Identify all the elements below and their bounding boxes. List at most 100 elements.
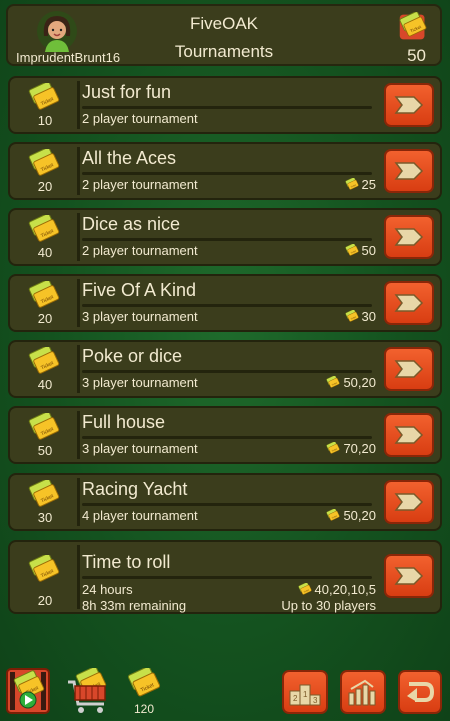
prize-value: 50 — [361, 243, 376, 258]
svg-text:3: 3 — [313, 696, 318, 705]
tickets-button[interactable] — [126, 665, 162, 704]
divider — [82, 238, 372, 241]
tournament-description: 3 player tournament — [82, 375, 198, 390]
prize-ticket-icon — [344, 177, 359, 190]
join-tournament-button[interactable] — [384, 149, 434, 193]
join-tournament-button[interactable] — [384, 215, 434, 259]
back-button[interactable] — [398, 670, 442, 714]
tournament-description: 4 player tournament — [82, 508, 198, 523]
entry-cost-box: 50 — [13, 411, 80, 459]
entry-cost: 40 — [37, 377, 53, 392]
tournament-name: Poke or dice — [82, 346, 183, 366]
entry-cost-box: 10 — [13, 81, 80, 129]
entry-cost: 20 — [37, 311, 53, 326]
prize-ticket-icon — [297, 582, 312, 595]
tournament-row[interactable]: 30 Racing Yacht 4 player tournament 50,2… — [8, 473, 442, 531]
divider — [82, 576, 372, 579]
join-tournament-button[interactable] — [384, 347, 434, 391]
tournament-row[interactable]: 20 Five Of A Kind 3 player tournament 30 — [8, 274, 442, 332]
entry-cost: 20 — [37, 593, 53, 608]
leaderboard-button[interactable]: 1 2 3 — [282, 670, 328, 714]
tournament-row[interactable]: 40 Poke or dice 3 player tournament 50,2… — [8, 340, 442, 398]
entry-cost: 20 — [37, 179, 53, 194]
join-tournament-button[interactable] — [384, 281, 434, 325]
ticket-icon — [28, 480, 60, 508]
svg-text:1: 1 — [303, 690, 308, 699]
divider — [82, 304, 372, 307]
prize-ticket-icon — [326, 441, 341, 454]
prize-info: 50 — [344, 243, 376, 258]
tournament-row[interactable]: 50 Full house 3 player tournament 70,20 — [8, 406, 442, 464]
arrow-right-icon — [395, 567, 423, 585]
tournament-row[interactable]: 40 Dice as nice 2 player tournament 50 — [8, 208, 442, 266]
time-remaining: 8h 33m remaining — [82, 598, 187, 613]
entry-cost-box: 20 — [13, 545, 80, 609]
entry-cost: 40 — [37, 245, 53, 260]
player-limit: Up to 30 players — [281, 598, 376, 613]
ticket-icon — [399, 12, 427, 40]
tournament-description: 2 player tournament — [82, 177, 198, 192]
stats-button[interactable] — [340, 670, 386, 714]
join-tournament-button[interactable] — [384, 480, 434, 524]
entry-cost-box: 40 — [13, 345, 80, 393]
prize-value: 25 — [361, 177, 376, 192]
prize-info: 70,20 — [325, 441, 376, 456]
divider — [82, 503, 372, 506]
prize-info: 50,20 — [325, 375, 376, 390]
ticket-icon — [28, 413, 60, 441]
prize-info: 40,20,10,5 — [297, 582, 376, 597]
arrow-right-icon — [395, 294, 423, 312]
ticket-icon — [28, 215, 60, 243]
tournament-duration: 24 hours — [82, 582, 133, 597]
join-tournament-button[interactable] — [384, 554, 434, 598]
tournament-name: Dice as nice — [82, 214, 181, 234]
divider — [82, 370, 372, 373]
prize-value: 40,20,10,5 — [314, 582, 376, 597]
leaderboard-icon: 1 2 3 — [289, 684, 321, 706]
join-tournament-button[interactable] — [384, 83, 434, 127]
arrow-right-icon — [395, 426, 423, 444]
divider — [82, 172, 372, 175]
prize-info: 25 — [344, 177, 376, 192]
tournament-name: Racing Yacht — [82, 479, 188, 499]
back-icon — [407, 682, 435, 702]
ticket-icon — [28, 83, 60, 111]
prize-ticket-icon — [344, 309, 359, 322]
arrow-right-icon — [395, 96, 423, 114]
watch-video-button[interactable] — [6, 668, 50, 714]
stats-icon — [348, 679, 376, 706]
page-title-line1: FiveOAK — [189, 14, 259, 33]
video-ticket-icon — [6, 668, 50, 714]
entry-cost-box: 20 — [13, 147, 80, 195]
ticket-icon — [127, 665, 161, 698]
tournament-description: 3 player tournament — [82, 309, 198, 324]
prize-info: 30 — [344, 309, 376, 324]
tournament-name: Five Of A Kind — [82, 280, 197, 300]
tournament-name: All the Aces — [82, 148, 177, 168]
header-panel: ImprudentBrunt16 FiveOAK Tournaments 50 — [6, 4, 442, 66]
tournament-row[interactable]: 10 Just for fun 2 player tournament — [8, 76, 442, 134]
prize-info: 50,20 — [325, 508, 376, 523]
divider — [82, 106, 372, 109]
svg-text:2: 2 — [293, 694, 298, 703]
entry-cost-box: 40 — [13, 213, 80, 261]
divider — [82, 436, 372, 439]
arrow-right-icon — [395, 360, 423, 378]
prize-value: 50,20 — [343, 375, 376, 390]
tournament-row[interactable]: 20 All the Aces 2 player tournament 25 — [8, 142, 442, 200]
shop-button[interactable] — [64, 665, 112, 716]
prize-value: 50,20 — [343, 508, 376, 523]
entry-cost-box: 30 — [13, 478, 80, 526]
ticket-icon — [28, 281, 60, 309]
page-title-line2: Tournaments — [174, 42, 274, 61]
ticket-balance: 50 — [407, 46, 426, 65]
tournament-row[interactable]: 20 Time to roll 24 hours 8h 33m remainin… — [8, 540, 442, 614]
arrow-right-icon — [395, 162, 423, 180]
prize-ticket-icon — [326, 375, 341, 388]
join-tournament-button[interactable] — [384, 413, 434, 457]
ticket-icon — [28, 347, 60, 375]
entry-cost: 50 — [37, 443, 53, 458]
entry-cost-box: 20 — [13, 279, 80, 327]
cart-icon — [68, 665, 107, 713]
tournament-description: 2 player tournament — [82, 111, 198, 126]
